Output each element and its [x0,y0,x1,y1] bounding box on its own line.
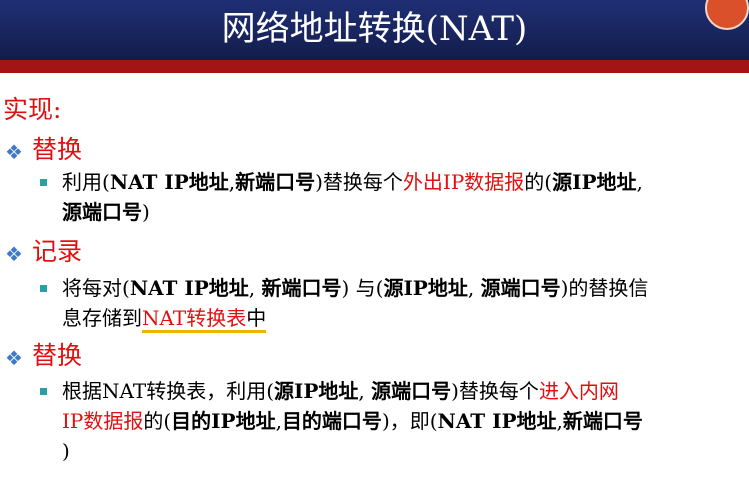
item-text-cont: IP数据报的(目的IP地址,目的端口号)，即(NAT IP地址,新端口号 [62,409,643,433]
item-heading-replace-incoming: ❖ 替换 [0,342,749,372]
item-heading-record: ❖ 记录 [0,238,749,268]
item-heading-replace-outgoing: ❖ 替换 [0,136,749,166]
item-text-cont: ) [62,439,70,463]
diamond-bullet-icon: ❖ [5,242,23,266]
section-heading: 实现: [3,95,62,124]
item-text: 根据NAT转换表，利用(源IP地址, 源端口号)替换每个进入内网 [62,379,619,403]
diamond-bullet-icon: ❖ [5,346,23,370]
item-label: 记录 [32,237,83,266]
nat-table-highlight: NAT转换表 [142,306,247,333]
item-text-cont: 息存储到NAT转换表中 [62,303,742,333]
diamond-bullet-icon: ❖ [5,140,23,164]
square-bullet-icon [40,285,47,292]
item-text-cont: 源端口号) [62,200,150,224]
item-text: 将每对(NAT IP地址, 新端口号) 与(源IP地址, 源端口号)的替换信 [62,276,649,300]
item-label: 替换 [32,135,83,164]
square-bullet-icon [40,179,47,186]
item-text: 利用(NAT IP地址,新端口号)替换每个外出IP数据报的(源IP地址, [62,170,643,194]
slide-title: 网络地址转换(NAT) [221,9,528,49]
square-bullet-icon [40,388,47,395]
item-label: 替换 [32,341,83,370]
header-accent-bar [0,60,749,73]
slide-header: 网络地址转换(NAT) [0,0,749,60]
